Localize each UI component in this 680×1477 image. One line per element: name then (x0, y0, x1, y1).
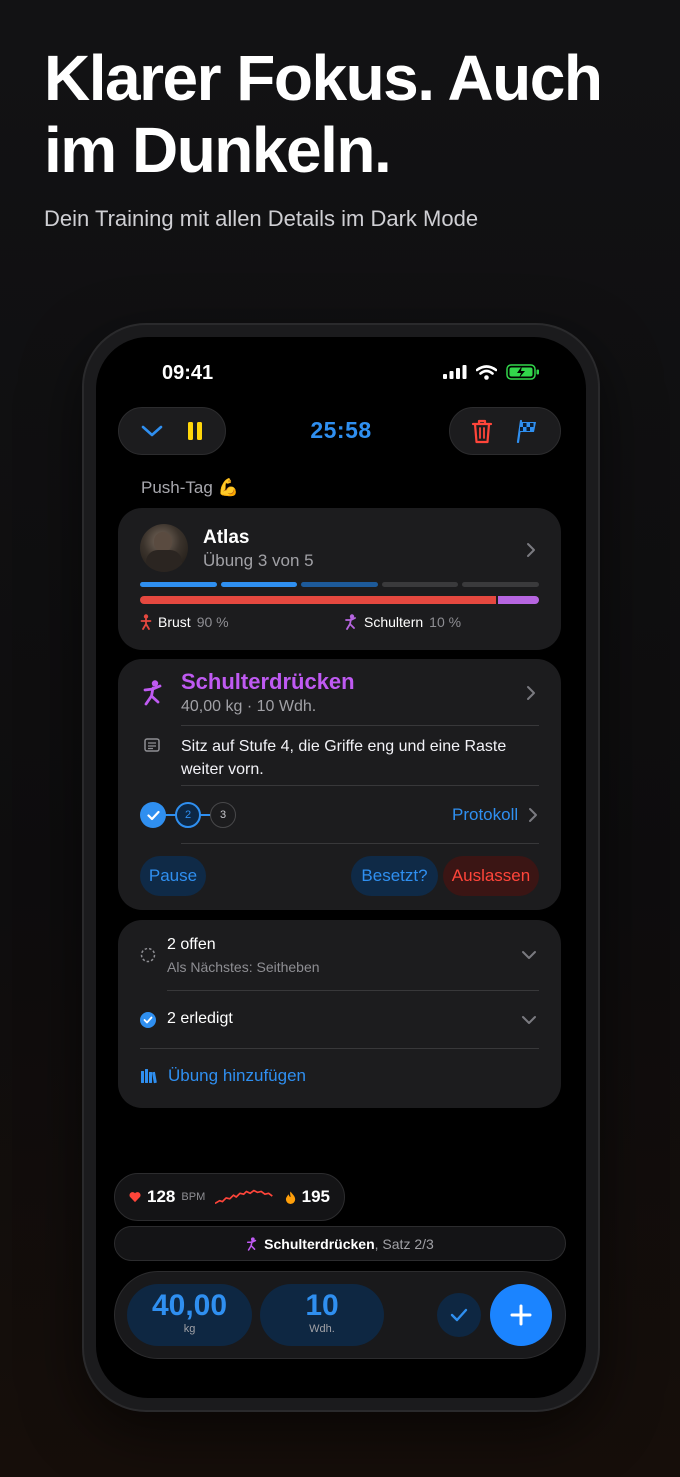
open-count-label: 2 offen (167, 936, 216, 953)
reps-value: 10 (305, 1289, 339, 1322)
exercise-progress-segments (140, 582, 539, 587)
set-done-indicator[interactable] (140, 802, 166, 828)
reps-unit: Wdh. (309, 1323, 335, 1335)
cellular-signal-icon (443, 365, 467, 379)
muscle-split-shoulders (498, 596, 539, 604)
muscle-split-chest (140, 596, 496, 604)
exercise-lists-card: 2 offen Als Nächstes: Seitheben 2 erledi… (118, 920, 561, 1108)
machine-card[interactable]: Atlas Übung 3 von 5 Brust 90 % Schultern… (118, 508, 561, 650)
phone-frame: 09:41 25:58 Push-Tag 💪 Atlas Übung 3 von… (84, 325, 598, 1410)
progress-segment (220, 582, 298, 587)
chevron-right-icon[interactable] (526, 685, 536, 701)
set-open-indicator[interactable]: 3 (210, 802, 236, 828)
right-control-pill (449, 407, 561, 455)
flame-icon (285, 1190, 295, 1204)
status-icons (443, 364, 540, 380)
muscle-legend-shoulders: Schultern 10 % (344, 614, 461, 630)
protocol-link[interactable]: Protokoll (452, 805, 538, 825)
machine-avatar (140, 524, 188, 572)
plus-icon (510, 1304, 532, 1326)
chevron-down-icon (522, 1016, 536, 1024)
exercise-note: Sitz auf Stufe 4, die Griffe eng und ein… (181, 738, 507, 778)
exercise-subtitle: 40,00 kg · 10 Wdh. (181, 698, 317, 715)
chevron-right-icon (527, 543, 535, 557)
set-number: 2 (184, 809, 192, 821)
complete-set-button[interactable] (437, 1293, 481, 1337)
progress-segment (140, 582, 217, 587)
add-set-button[interactable] (490, 1284, 552, 1346)
protocol-label: Protokoll (452, 805, 519, 824)
checkmark-icon (450, 1308, 468, 1322)
divider (140, 1048, 539, 1049)
trash-icon[interactable] (471, 418, 493, 444)
checkmark-icon (146, 810, 160, 820)
workout-name: Push-Tag 💪 (141, 478, 239, 497)
exercise-title[interactable]: Schulterdrücken (181, 669, 355, 695)
next-exercise-label: Als Nächstes: Seitheben (167, 959, 320, 975)
banner-exercise-name: Schulterdrücken (264, 1235, 375, 1252)
machine-name: Atlas (203, 527, 250, 548)
reps-input[interactable]: 10 Wdh. (260, 1284, 384, 1346)
pause-button[interactable]: Pause (140, 856, 206, 896)
banner-set-info: , Satz 2/3 (374, 1235, 434, 1252)
health-pill: 128 BPM 195 (114, 1173, 345, 1221)
divider (181, 725, 539, 726)
muscle-percent: 90 % (196, 614, 229, 630)
heart-rate-value: 128 (147, 1187, 176, 1206)
heart-rate-graph (215, 1189, 273, 1205)
set-number: 3 (219, 809, 227, 821)
skip-button[interactable]: Auslassen (443, 856, 539, 896)
chevron-right-icon (529, 808, 538, 822)
muscle-legend-chest: Brust 90 % (140, 614, 229, 630)
muscle-percent: 10 % (429, 614, 462, 630)
person-icon (140, 614, 152, 630)
person-exercising-icon (247, 1236, 257, 1251)
muscle-split-bar (140, 596, 539, 604)
weight-unit: kg (183, 1323, 196, 1335)
status-time: 09:41 (162, 362, 214, 384)
open-exercises-row[interactable]: 2 offen Als Nächstes: Seitheben (118, 920, 561, 990)
progress-segment (301, 582, 378, 587)
person-exercising-icon (345, 614, 356, 630)
done-exercises-row[interactable]: 2 erledigt (118, 991, 561, 1047)
heart-icon (129, 1192, 141, 1203)
exercise-card: Schulterdrücken 40,00 kg · 10 Wdh. Sitz … (118, 659, 561, 910)
checkered-flag-icon[interactable] (515, 419, 539, 443)
promo-subline: Dein Training mit allen Details im Dark … (44, 206, 479, 231)
phone-screen: 09:41 25:58 Push-Tag 💪 Atlas Übung 3 von… (96, 337, 586, 1398)
current-set-banner[interactable]: Schulterdrücken, Satz 2/3 (114, 1226, 566, 1261)
progress-segment (462, 582, 539, 587)
divider (181, 843, 539, 844)
muscle-name: Brust (158, 614, 191, 630)
dashed-circle-icon (140, 947, 156, 963)
chevron-down-icon (522, 951, 536, 959)
person-exercising-icon (143, 680, 162, 706)
add-exercise-label: Übung hinzufügen (168, 1066, 307, 1085)
books-icon (141, 1069, 157, 1084)
calories-value: 195 (301, 1187, 330, 1206)
set-input-bar: 40,00 kg 10 Wdh. (114, 1271, 566, 1359)
divider (181, 785, 539, 786)
occupied-button[interactable]: Besetzt? (351, 856, 438, 896)
weight-input[interactable]: 40,00 kg (127, 1284, 252, 1346)
note-icon (144, 738, 160, 752)
wifi-icon (476, 364, 497, 380)
battery-charging-icon (506, 364, 539, 380)
weight-value: 40,00 (151, 1289, 228, 1322)
heart-rate-unit: BPM (181, 1191, 206, 1203)
set-current-indicator[interactable]: 2 (175, 802, 201, 828)
add-exercise-button[interactable]: Übung hinzufügen (140, 1066, 306, 1086)
muscle-name: Schultern (364, 614, 424, 630)
progress-segment (381, 582, 459, 587)
promo-headline: Klarer Fokus. Auch im Dunkeln. (44, 42, 603, 186)
checkmark-circle-icon (140, 1012, 156, 1028)
done-count-label: 2 erledigt (167, 1010, 233, 1027)
exercise-progress-text: Übung 3 von 5 (203, 551, 314, 570)
